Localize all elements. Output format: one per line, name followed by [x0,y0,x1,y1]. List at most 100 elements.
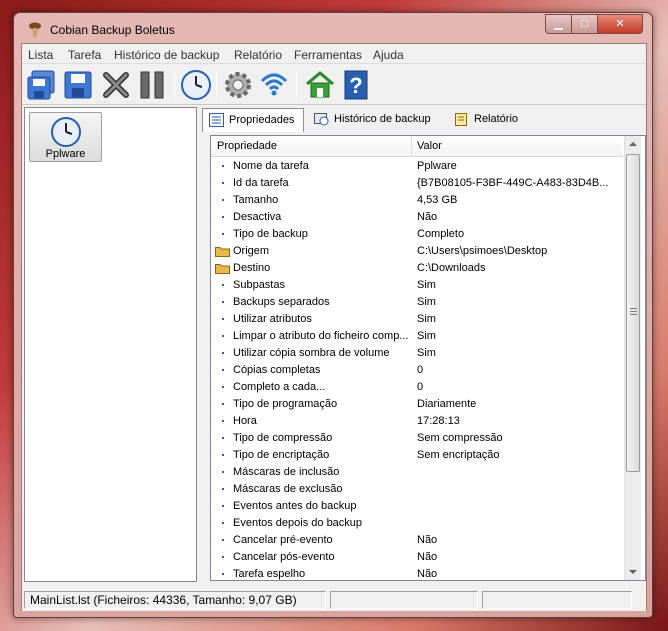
bullet-icon [222,420,224,422]
column-header-value[interactable]: Valor [417,140,442,152]
gear-icon[interactable] [222,69,254,101]
bullet-icon [222,505,224,507]
property-name: Tipo de encriptação [233,449,330,461]
table-row[interactable]: Limpar o atributo do ficheiro comp... Sim [211,328,623,345]
table-row[interactable]: Tamanho 4,53 GB [211,192,623,209]
column-divider[interactable] [411,136,412,157]
task-item[interactable]: Pplware [29,112,102,162]
table-row[interactable]: Utilizar cópia sombra de volume Sim [211,345,623,362]
table-row[interactable]: Tipo de programação Diariamente [211,396,623,413]
bullet-icon [222,454,224,456]
folder-icon [215,247,230,257]
property-value: Sim [417,296,436,308]
svg-text:?: ? [349,73,362,98]
table-row[interactable]: Backups separados Sim [211,294,623,311]
clock-icon[interactable] [180,69,212,101]
minimize-button[interactable]: ▁ [545,14,572,34]
menu-ferramentas[interactable]: Ferramentas [294,48,362,62]
menu-lista[interactable]: Lista [28,48,53,62]
property-name: Nome da tarefa [233,160,309,172]
menu-relatorio[interactable]: Relatório [234,48,282,62]
property-value: 0 [417,381,424,393]
property-name: Backups separados [233,296,330,308]
help-icon[interactable]: ? [340,69,372,101]
property-name: Limpar o atributo do ficheiro comp... [233,330,409,342]
table-row[interactable]: Cancelar pós-evento Não [211,549,623,566]
tab-historico[interactable]: Histórico de backup [308,108,444,132]
table-row[interactable]: Completo a cada... 0 [211,379,623,396]
save-all-icon[interactable] [26,69,58,101]
scroll-thumb[interactable] [626,154,640,472]
vertical-scrollbar[interactable] [624,136,641,580]
property-value: Não [417,534,438,546]
property-name: Utilizar atributos [233,313,312,325]
grip-line [630,308,637,309]
tab-label: Propriedades [229,114,295,126]
scroll-up-icon[interactable] [629,142,637,146]
clock-icon [51,117,81,147]
bullet-icon [222,556,224,558]
tab-relatorio[interactable]: Relatório [448,108,538,132]
menu-tarefa[interactable]: Tarefa [68,48,101,62]
column-header-property[interactable]: Propriedade [217,140,277,152]
bullet-icon [222,352,224,354]
save-icon[interactable] [62,69,94,101]
table-row[interactable]: Tipo de compressão Sem compressão [211,430,623,447]
table-row[interactable]: Utilizar atributos Sim [211,311,623,328]
bullet-icon [222,573,224,575]
table-row[interactable]: Cancelar pré-evento Não [211,532,623,549]
table-row[interactable]: Tipo de encriptação Sem encriptação [211,447,623,464]
table-row[interactable]: Eventos depois do backup [211,515,623,532]
home-icon[interactable] [304,69,336,101]
table-row[interactable]: Nome da tarefa Pplware [211,158,623,175]
property-name: Cancelar pré-evento [233,534,333,546]
menu-ajuda[interactable]: Ajuda [373,48,404,62]
property-value: Sim [417,279,436,291]
property-name: Tipo de compressão [233,432,333,444]
table-row[interactable]: Destino C:\Downloads [211,260,623,277]
table-row[interactable]: Máscaras de inclusão [211,464,623,481]
table-row[interactable]: Subpastas Sim [211,277,623,294]
table-row[interactable]: Desactiva Não [211,209,623,226]
table-row[interactable]: Máscaras de exclusão [211,481,623,498]
tab-propriedades[interactable]: Propriedades [202,108,304,132]
menu-historico[interactable]: Histórico de backup [114,48,219,62]
property-value: Pplware [417,160,457,172]
table-row[interactable]: Eventos antes do backup [211,498,623,515]
property-name: Id da tarefa [233,177,289,189]
title-bar[interactable]: Cobian Backup Boletus ▁ □ ✕ [14,13,652,43]
bullet-icon [222,318,224,320]
grid-rows: Nome da tarefa Pplware Id da tarefa {B7B081… [211,158,623,580]
scroll-down-icon[interactable] [629,570,637,574]
grip-line [630,311,637,312]
bullet-icon [222,488,224,490]
table-row[interactable]: Hora 17:28:13 [211,413,623,430]
bullet-icon [222,386,224,388]
table-row[interactable]: Origem C:\Users\psimoes\Desktop [211,243,623,260]
toolbar-separator [174,71,175,99]
property-name: Completo a cada... [233,381,326,393]
pause-icon[interactable] [136,69,168,101]
delete-icon[interactable] [100,69,132,101]
bullet-icon [222,471,224,473]
grid-header: Propriedade Valor [211,136,623,157]
property-name: Tipo de programação [233,398,338,410]
table-row[interactable]: Tarefa espelho Não [211,566,623,580]
bullet-icon [222,335,224,337]
tab-label: Histórico de backup [334,113,431,125]
maximize-button[interactable]: □ [571,14,598,34]
property-value: Sem encriptação [417,449,500,461]
close-window-button[interactable]: ✕ [597,14,643,34]
wireless-icon[interactable] [258,69,290,101]
table-row[interactable]: Id da tarefa {B7B08105-F3BF-449C-A483-83D… [211,175,623,192]
property-value: 17:28:13 [417,415,460,427]
status-text: MainList.lst (Ficheiros: 44336, Tamanho:… [24,591,326,609]
property-value: Sim [417,330,436,342]
table-row[interactable]: Tipo de backup Completo [211,226,623,243]
property-name: Eventos antes do backup [233,500,357,512]
bullet-icon [222,165,224,167]
grip-line [630,314,637,315]
table-row[interactable]: Cópias completas 0 [211,362,623,379]
property-name: Desactiva [233,211,282,223]
app-window: Cobian Backup Boletus ▁ □ ✕ Lista Tarefa… [13,12,653,618]
